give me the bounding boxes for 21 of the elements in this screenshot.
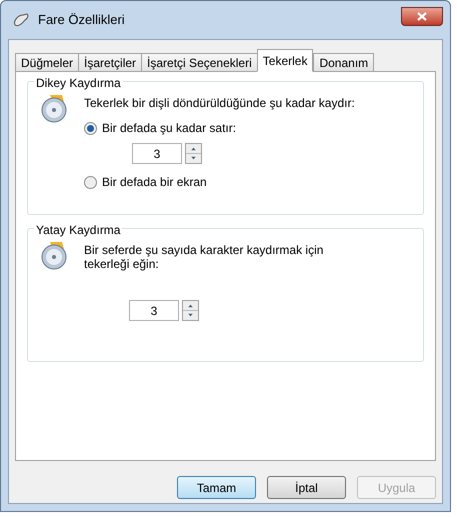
number-field[interactable]: 3 — [129, 300, 179, 321]
mouse-icon — [12, 12, 30, 28]
tab[interactable]: İşaretçiler — [78, 53, 142, 72]
radio-label: Bir defada şu kadar satır: — [102, 120, 236, 137]
dialog-button[interactable]: İptal — [267, 476, 346, 499]
spin-buttons[interactable] — [182, 300, 199, 321]
tab[interactable]: Düğmeler — [15, 53, 80, 72]
number-field[interactable]: 3 — [132, 143, 182, 164]
close-button[interactable] — [401, 6, 443, 26]
dialog-button[interactable]: Tamam — [177, 476, 256, 499]
description: Tekerlek bir dişli döndürüldüğünde şu kadar kaydır: — [84, 96, 356, 110]
tab[interactable]: İşaretçi Seçenekleri — [141, 53, 258, 72]
spin-buttons[interactable] — [185, 143, 202, 164]
radio-label: Bir defada bir ekran — [102, 174, 207, 191]
tab[interactable]: Tekerlek — [256, 49, 314, 72]
radio-button[interactable] — [84, 122, 97, 134]
close-icon — [417, 12, 427, 20]
tab[interactable]: Donanım — [313, 53, 374, 72]
window-title: Fare Özellikleri — [38, 11, 125, 30]
radio-button[interactable] — [84, 176, 97, 188]
description: Bir seferde şu sayıda karakter kaydırmak için tekerleği eğin: — [84, 243, 324, 271]
